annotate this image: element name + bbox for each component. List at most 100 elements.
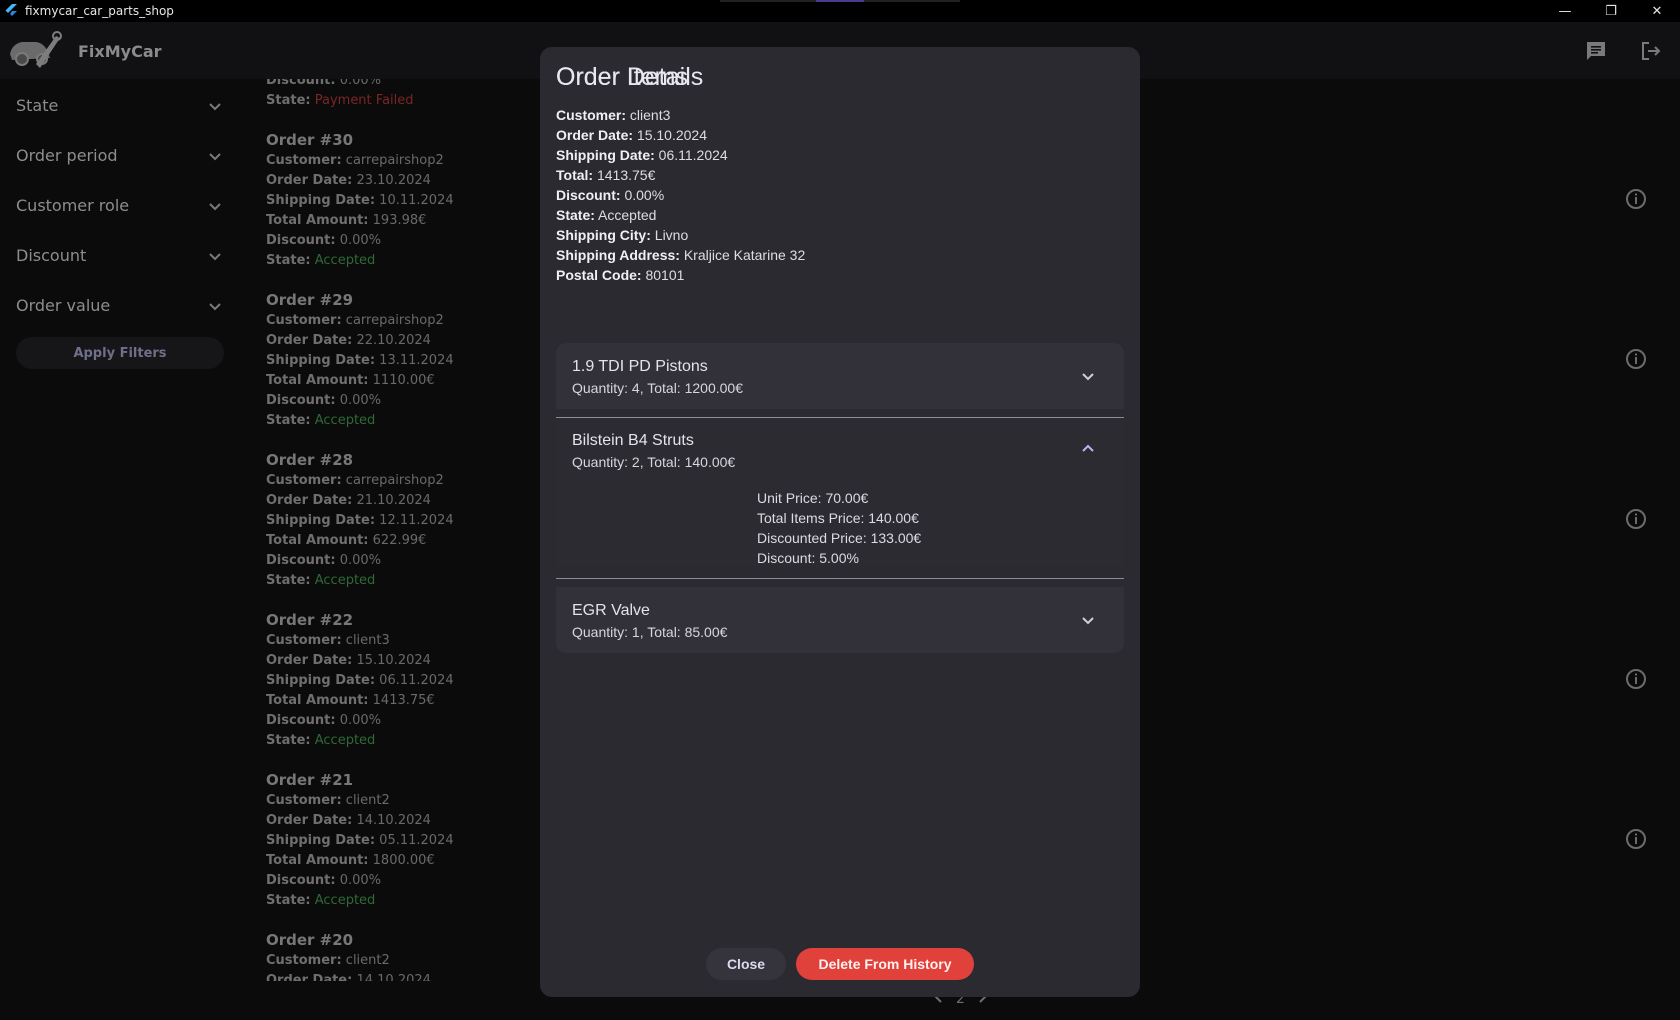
detail-total: Total: 1413.75€ — [556, 167, 656, 183]
item-name: EGR Valve — [572, 602, 650, 619]
info-icon[interactable] — [1625, 668, 1647, 690]
order-total: 1800.00€ — [372, 853, 435, 868]
info-icon[interactable] — [1625, 348, 1647, 370]
chevron-up-icon[interactable] — [1080, 441, 1096, 457]
order-details: Customer: client3 Order Date: 15.10.2024… — [556, 105, 805, 285]
detail-shipping-date: Shipping Date: 06.11.2024 — [556, 147, 728, 163]
detail-order-date: Order Date: 15.10.2024 — [556, 127, 707, 143]
order-title: Order #20 — [266, 931, 354, 949]
window-titlebar: fixmycar_car_parts_shop — ❐ ✕ — [0, 0, 1680, 22]
chevron-down-icon — [208, 98, 222, 112]
close-window-button[interactable]: ✕ — [1634, 0, 1680, 22]
order-discount: 0.00% — [339, 553, 381, 568]
order-total: 1110.00€ — [372, 373, 435, 388]
chevron-down-icon — [208, 148, 222, 162]
delete-from-history-button[interactable]: Delete From History — [796, 948, 974, 980]
unit-price: Unit Price: 70.00€ — [757, 490, 869, 506]
info-icon[interactable] — [1625, 508, 1647, 530]
filter-label: Discount — [16, 245, 87, 265]
order-item-egr-valve[interactable]: EGR Valve Quantity: 1, Total: 85.00€ — [556, 587, 1124, 653]
list-item[interactable]: Order #20 Customer: client2 Order Date: … — [266, 929, 566, 981]
order-discount: 0.00% — [339, 233, 381, 248]
filter-discount[interactable]: Discount — [16, 240, 222, 270]
car-repair-logo-icon — [6, 28, 62, 72]
order-title: Order #29 — [266, 291, 354, 309]
titlebar-accent-highlight — [816, 0, 864, 2]
item-summary: Quantity: 4, Total: 1200.00€ — [572, 380, 743, 396]
total-items-price: Total Items Price: 140.00€ — [757, 510, 919, 526]
item-discount: Discount: 5.00% — [757, 550, 859, 566]
detail-shipping-city: Shipping City: Livno — [556, 227, 689, 243]
status-badge: Payment Failed — [314, 93, 414, 108]
item-name: Bilstein B4 Struts — [572, 432, 694, 449]
status-badge: Accepted — [314, 733, 376, 748]
order-total: 622.99€ — [372, 533, 427, 548]
item-divider — [556, 578, 1124, 579]
filter-label: Customer role — [16, 195, 130, 215]
order-date: 22.10.2024 — [356, 333, 431, 348]
order-customer: carrepairshop2 — [345, 153, 444, 168]
shipping-date: 05.11.2024 — [379, 833, 454, 848]
detail-state: State: Accepted — [556, 207, 657, 223]
item-summary: Quantity: 2, Total: 140.00€ — [572, 454, 736, 470]
info-icon[interactable] — [1625, 828, 1647, 850]
window-title: fixmycar_car_parts_shop — [25, 4, 174, 18]
chat-icon[interactable] — [1584, 39, 1608, 63]
filter-label: State — [16, 95, 59, 115]
apply-filters-button[interactable]: Apply Filters — [16, 337, 224, 369]
order-discount: 0.00% — [339, 873, 381, 888]
filter-order-period[interactable]: Order period — [16, 140, 222, 170]
close-button[interactable]: Close — [706, 948, 786, 980]
list-item[interactable]: Order #22 Customer: client3 Order Date: … — [266, 609, 566, 751]
minimize-button[interactable]: — — [1542, 0, 1588, 22]
order-total: 1413.75€ — [372, 693, 435, 708]
chevron-down-icon[interactable] — [1080, 612, 1096, 628]
list-item[interactable]: Order #21 Customer: client2 Order Date: … — [266, 769, 566, 911]
list-item[interactable]: Discount: 0.00% State: Payment Failed — [266, 79, 566, 111]
order-date: 15.10.2024 — [356, 653, 431, 668]
filter-state[interactable]: State — [16, 90, 222, 120]
restore-button[interactable]: ❐ — [1588, 0, 1634, 22]
list-item[interactable]: Order #28 Customer: carrepairshop2 Order… — [266, 449, 566, 591]
shipping-date: 13.11.2024 — [379, 353, 454, 368]
chevron-down-icon — [208, 248, 222, 262]
order-state-row: State: Payment Failed — [266, 93, 414, 108]
order-title: Order #22 — [266, 611, 354, 629]
order-customer: carrepairshop2 — [345, 473, 444, 488]
filter-order-value[interactable]: Order value — [16, 290, 222, 320]
order-date: 23.10.2024 — [356, 173, 431, 188]
item-summary: Quantity: 1, Total: 85.00€ — [572, 624, 728, 640]
order-item-struts[interactable]: Bilstein B4 Struts Quantity: 2, Total: 1… — [556, 418, 1124, 490]
filter-customer-role[interactable]: Customer role — [16, 190, 222, 220]
chevron-down-icon[interactable] — [1080, 368, 1096, 384]
order-date: 14.10.2024 — [356, 973, 431, 981]
info-icon[interactable] — [1625, 188, 1647, 210]
order-item-pistons[interactable]: 1.9 TDI PD Pistons Quantity: 4, Total: 1… — [556, 343, 1124, 409]
order-title: Order #28 — [266, 451, 354, 469]
item-expanded-details: Unit Price: 70.00€ Total Items Price: 14… — [556, 490, 1124, 566]
shipping-date: 12.11.2024 — [379, 513, 454, 528]
filter-label: Order value — [16, 295, 111, 315]
order-customer: carrepairshop2 — [345, 313, 444, 328]
order-discount-row: Discount: 0.00% — [266, 79, 381, 88]
order-customer: client3 — [345, 633, 390, 648]
list-item[interactable]: Order #30 Customer: carrepairshop2 Order… — [266, 129, 566, 271]
order-title: Order #30 — [266, 131, 354, 149]
order-title: Order #21 — [266, 771, 354, 789]
status-badge: Accepted — [314, 893, 376, 908]
brand-name: FixMyCar — [78, 42, 162, 61]
detail-discount: Discount: 0.00% — [556, 187, 665, 203]
discounted-price: Discounted Price: 133.00€ — [757, 530, 922, 546]
order-total: 193.98€ — [372, 213, 427, 228]
order-details-dialog: Order Details Customer: client3 Order Da… — [540, 47, 1140, 997]
list-item[interactable]: Order #29 Customer: carrepairshop2 Order… — [266, 289, 566, 431]
detail-shipping-address: Shipping Address: Kraljice Katarine 32 — [556, 247, 806, 263]
order-customer: client2 — [345, 793, 390, 808]
filter-label: Order period — [16, 145, 118, 165]
orders-list: Discount: 0.00% State: Payment Failed Or… — [266, 79, 566, 981]
shipping-date: 10.11.2024 — [379, 193, 454, 208]
item-name: 1.9 TDI PD Pistons — [572, 358, 708, 375]
chevron-down-icon — [208, 298, 222, 312]
logout-icon[interactable] — [1639, 39, 1663, 63]
status-badge: Accepted — [314, 253, 376, 268]
